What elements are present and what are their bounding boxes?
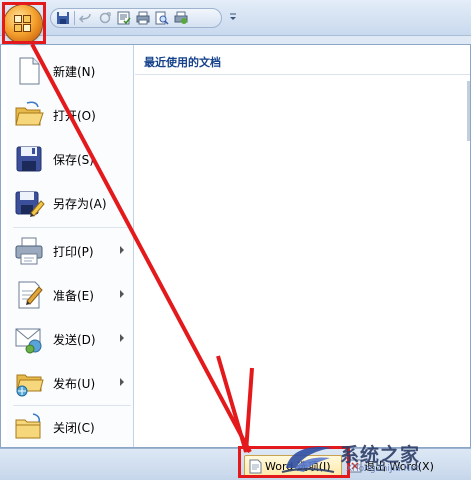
recent-documents-title: 最近使用的文档 <box>135 45 470 75</box>
menu-item-label: 打开(O) <box>53 109 96 123</box>
quick-access-toolbar <box>50 8 222 28</box>
menu-item-label: 关闭(C) <box>53 421 95 435</box>
recent-documents-panel: 最近使用的文档 <box>135 45 470 447</box>
separator <box>74 11 75 25</box>
print-preview-icon[interactable] <box>154 10 170 26</box>
new-document-icon <box>13 55 45 87</box>
scrollbar[interactable] <box>467 81 470 141</box>
submenu-arrow-icon <box>120 290 124 298</box>
menu-item-label: 准备(E) <box>53 289 94 303</box>
menu-item-label: 打印(P) <box>53 245 94 259</box>
menu-item-save[interactable]: 保存(S) <box>7 137 134 181</box>
menu-item-print[interactable]: 打印(P) <box>7 229 134 273</box>
menu-divider <box>13 227 131 228</box>
watermark: 系统之家 XiTongZhiJia.Net <box>280 438 470 478</box>
menu-item-publish[interactable]: 发布(U) <box>7 361 134 405</box>
menu-item-label: 发送(D) <box>53 333 96 347</box>
menu-item-label: 新建(N) <box>53 65 96 79</box>
menu-item-label: 保存(S) <box>53 153 94 167</box>
print-icon[interactable] <box>135 10 151 26</box>
menu-item-prepare[interactable]: 准备(E) <box>7 273 134 317</box>
printer-icon <box>13 235 45 267</box>
save-disk-icon <box>13 143 45 175</box>
menu-item-open[interactable]: 打开(O) <box>7 93 134 137</box>
menu-item-label: 另存为(A) <box>53 197 107 211</box>
redo-icon[interactable] <box>97 10 113 26</box>
prepare-icon <box>13 279 45 311</box>
submenu-arrow-icon <box>120 246 124 254</box>
customize-toolbar-icon[interactable] <box>228 10 238 24</box>
send-icon <box>13 323 45 355</box>
watermark-text: 系统之家 <box>340 444 421 466</box>
menu-item-new[interactable]: 新建(N) <box>7 49 134 93</box>
close-folder-icon <box>13 411 45 443</box>
menu-item-label: 发布(U) <box>53 377 96 391</box>
quick-print-icon[interactable] <box>173 10 189 26</box>
watermark-url: XiTongZhiJia.Net <box>346 464 420 474</box>
submenu-arrow-icon <box>120 378 124 386</box>
menu-item-send[interactable]: 发送(D) <box>7 317 134 361</box>
save-as-icon <box>13 187 45 219</box>
submenu-arrow-icon <box>120 334 124 342</box>
office-menu: 新建(N) 打开(O) 保存(S) 另存为(A) 打印(P) 准备(E) 发送(… <box>0 44 471 448</box>
save-icon[interactable] <box>55 10 71 26</box>
menu-item-close[interactable]: 关闭(C) <box>7 405 134 449</box>
open-folder-icon <box>13 99 45 131</box>
undo-icon[interactable] <box>78 10 94 26</box>
title-bar <box>0 0 471 36</box>
spelling-icon[interactable] <box>116 10 132 26</box>
annotation-box-office-button <box>2 2 46 44</box>
publish-icon <box>13 367 45 399</box>
menu-item-save-as[interactable]: 另存为(A) <box>7 181 134 225</box>
menu-commands: 新建(N) 打开(O) 保存(S) 另存为(A) 打印(P) 准备(E) 发送(… <box>7 45 134 447</box>
watermark-logo-icon <box>281 446 335 473</box>
